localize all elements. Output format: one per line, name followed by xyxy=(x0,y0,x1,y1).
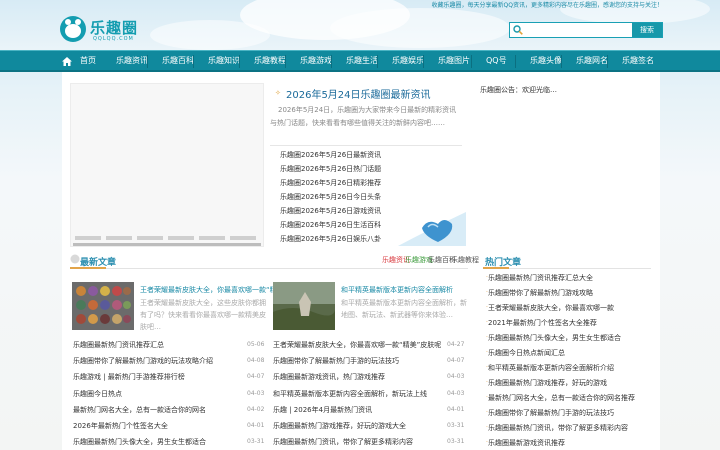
logo-subtext: QQLQQ.COM xyxy=(93,36,134,42)
nav-item[interactable]: 乐趣游戏 xyxy=(300,51,332,72)
search-input[interactable] xyxy=(526,24,634,36)
tab-tutorials[interactable]: 乐趣教程 xyxy=(451,255,479,265)
headline-list-item[interactable]: 乐趣圈2026年5月26日游戏资讯 xyxy=(280,206,381,216)
article-row-date: 04-03 xyxy=(247,390,265,397)
nav-item[interactable]: 乐趣生活 xyxy=(346,51,378,72)
slider-dot[interactable] xyxy=(199,236,225,240)
header: 乐趣圈 QQLQQ.COM 收藏乐趣圈，每天分享最新QQ资讯，更多精彩内容尽在乐… xyxy=(0,0,720,50)
hot-article-link[interactable]: 最新热门网名大全，总有一款适合你的网名推荐 xyxy=(488,393,635,403)
headline-list-item[interactable]: 乐趣圈2026年5月26日最新资讯 xyxy=(280,150,381,160)
article-row-title[interactable]: 乐趣圈最新热门游戏推荐，好玩的游戏大全 xyxy=(273,421,406,431)
card-thumbnail[interactable] xyxy=(72,282,134,330)
slider-dot[interactable] xyxy=(230,236,256,240)
hot-article-link[interactable]: 乐趣圈带你了解最新热门游戏攻略 xyxy=(488,288,593,298)
nav-item[interactable]: QQ号 xyxy=(486,51,507,72)
nav-item[interactable]: 乐趣图片 xyxy=(438,51,470,72)
hot-article-link[interactable]: 乐趣圈最新游戏资讯推荐 xyxy=(488,438,565,448)
heart-decoration xyxy=(398,212,466,246)
sparkle-icon: ✧ xyxy=(275,89,281,97)
article-row-date: 04-01 xyxy=(247,422,265,429)
article-row-title[interactable]: 最新热门网名大全，总有一款适合你的网名 xyxy=(73,405,206,415)
article-row-date: 04-02 xyxy=(247,406,265,413)
slider-dot[interactable] xyxy=(106,236,132,240)
article-row-title[interactable]: 乐趣圈最新热门资讯，带你了解更多精彩内容 xyxy=(273,437,413,447)
article-row-date: 05-06 xyxy=(247,341,265,348)
headline-list-item[interactable]: 乐趣圈2026年5月26日娱乐八卦 xyxy=(280,234,381,244)
slider-dot[interactable] xyxy=(168,236,194,240)
article-row-title[interactable]: 乐趣圈最新游戏资讯，热门游戏推荐 xyxy=(273,372,385,382)
article-row-date: 03-31 xyxy=(447,422,465,429)
article-row-date: 04-03 xyxy=(447,373,465,380)
article-row-title[interactable]: 乐趣圈今日热点 xyxy=(73,389,122,399)
nav-item[interactable]: 乐趣网名 xyxy=(576,51,608,72)
article-row-date: 03-31 xyxy=(247,438,265,445)
nav-item[interactable]: 乐趣百科 xyxy=(162,51,194,72)
search-button[interactable]: 搜索 xyxy=(632,23,662,37)
nav-item[interactable]: 乐趣娱乐 xyxy=(392,51,424,72)
hot-article-link[interactable]: 乐趣圈最新热门资讯，带你了解更多精彩内容 xyxy=(488,423,628,433)
hot-article-link[interactable]: 乐趣圈今日热点新闻汇总 xyxy=(488,348,565,358)
article-row-date: 04-07 xyxy=(447,357,465,364)
nav-item[interactable]: 乐趣签名 xyxy=(622,51,654,72)
slider-dot[interactable] xyxy=(75,236,101,240)
article-row-title[interactable]: 乐趣圈最新热门资讯推荐汇总 xyxy=(73,340,164,350)
slider-dot[interactable] xyxy=(137,236,163,240)
article-row-date: 04-07 xyxy=(247,373,265,380)
hot-article-link[interactable]: 乐趣圈最新热门游戏推荐，好玩的游戏 xyxy=(488,378,607,388)
article-row-date: 04-27 xyxy=(447,341,465,348)
top-notice: 收藏乐趣圈，每天分享最新QQ资讯，更多精彩内容尽在乐趣圈，感谢您的支持与关注！ xyxy=(431,2,663,9)
hot-article-link[interactable]: 王者荣耀最新皮肤大全，你最喜欢哪一款 xyxy=(488,303,614,313)
article-row-date: 03-31 xyxy=(447,438,465,445)
penguin-logo-icon xyxy=(60,16,86,42)
headline-description: 2026年5月24日，乐趣圈为大家带来今日最新的精彩资讯与热门话题，快来看看有哪… xyxy=(270,106,457,127)
article-row-date: 04-03 xyxy=(447,390,465,397)
article-row-title[interactable]: 乐趣游戏 | 最新热门手游推荐排行榜 xyxy=(73,372,185,382)
article-row-title[interactable]: 和平精英最新版本更新内容全面解析，新玩法上线 xyxy=(273,389,427,399)
search-box: 搜索 xyxy=(509,22,663,38)
card-thumbnail[interactable] xyxy=(273,282,335,330)
slider-pagination xyxy=(75,236,259,240)
image-slider[interactable] xyxy=(70,83,264,247)
card-description: 和平精英最新版本更新内容全面解析，新地图、新玩法、新武器等你来体验… xyxy=(341,299,467,319)
article-row-title[interactable]: 乐趣圈带你了解最新热门游戏的玩法攻略介绍 xyxy=(73,356,213,366)
hot-article-link[interactable]: 和平精英最新版本更新内容全面解析介绍 xyxy=(488,363,614,373)
logo-text: 乐趣圈 xyxy=(90,19,139,37)
nav-home[interactable]: 首页 xyxy=(80,51,96,72)
article-row-title[interactable]: 乐趣圈最新热门头像大全，男生女生都适合 xyxy=(73,437,206,447)
article-row-date: 04-01 xyxy=(447,406,465,413)
article-row-date: 04-08 xyxy=(247,357,265,364)
hot-article-link[interactable]: 乐趣圈最新热门资讯推荐汇总大全 xyxy=(488,273,593,283)
hot-article-link[interactable]: 乐趣圈带你了解最新热门手游的玩法技巧 xyxy=(488,408,614,418)
article-row-title[interactable]: 乐趣圈带你了解最新热门手游的玩法技巧 xyxy=(273,356,399,366)
headline-list-item[interactable]: 乐趣圈2026年5月26日生活百科 xyxy=(280,220,381,230)
headline-list-item[interactable]: 乐趣圈2026年5月26日精彩推荐 xyxy=(280,178,381,188)
nav-item[interactable]: 乐趣资讯 xyxy=(116,51,148,72)
site-logo[interactable]: 乐趣圈 QQLQQ.COM xyxy=(60,16,170,46)
headline-list-item[interactable]: 乐趣圈2026年5月26日热门话题 xyxy=(280,164,381,174)
card-description: 王者荣耀最新皮肤大全，这些皮肤你都拥有了吗？快来看看你最喜欢哪一款精美皮肤吧… xyxy=(140,299,266,331)
nav-item[interactable]: 乐趣教程 xyxy=(254,51,286,72)
main-nav: 首页 乐趣资讯 乐趣百科 乐趣知识 乐趣教程 乐趣游戏 乐趣生活 乐趣娱乐 乐趣… xyxy=(0,50,720,72)
hot-article-link[interactable]: 2021年最新热门个性签名大全推荐 xyxy=(488,318,597,328)
headline-title[interactable]: 2026年5月24日乐趣圈最新资讯 xyxy=(286,86,431,101)
home-icon[interactable] xyxy=(62,57,72,66)
article-row-title[interactable]: 乐趣 | 2026年4月最新热门资讯 xyxy=(273,405,372,415)
article-row-title[interactable]: 2026年最新热门个性签名大全 xyxy=(73,421,168,431)
side-notice: 乐趣圈公告：欢迎光临… xyxy=(480,86,557,94)
hot-article-link[interactable]: 乐趣圈最新热门头像大全，男生女生都适合 xyxy=(488,333,621,343)
card-title[interactable]: 和平精英最新版本更新内容全面解析 xyxy=(341,285,453,295)
leaf-icon xyxy=(70,254,80,264)
article-row-title[interactable]: 王者荣耀最新皮肤大全，你最喜欢哪一款“精美”皮肤呢 xyxy=(273,340,441,350)
search-icon xyxy=(513,25,523,35)
nav-item[interactable]: 乐趣头像 xyxy=(530,51,562,72)
nav-item[interactable]: 乐趣知识 xyxy=(208,51,240,72)
headline-list-item[interactable]: 乐趣圈2026年5月26日今日头条 xyxy=(280,192,381,202)
